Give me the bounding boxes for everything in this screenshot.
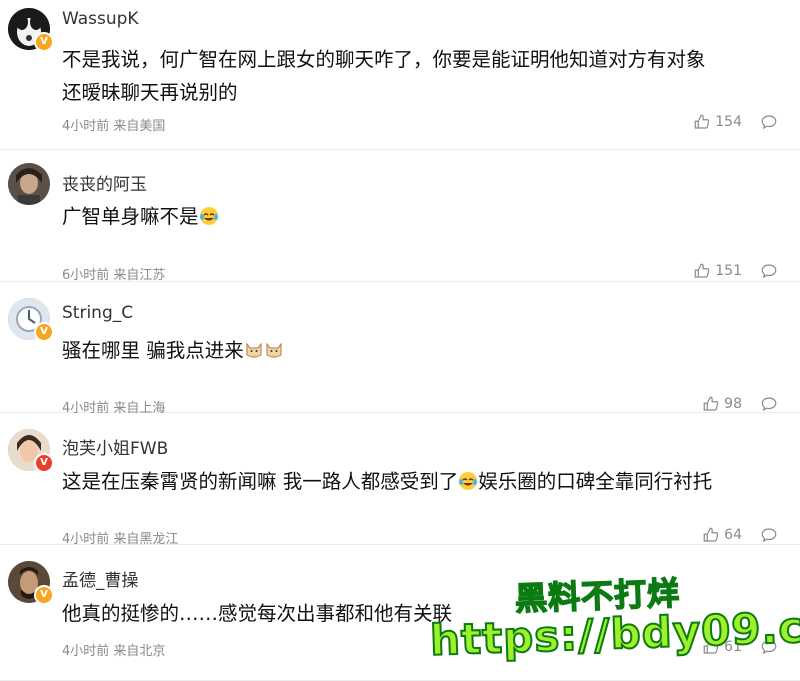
avatar[interactable]: V [8,298,54,342]
username[interactable]: String_C [62,303,133,323]
comment-bubble-icon[interactable] [760,113,778,131]
comment-text: 这是在压秦霄贤的新闻嘛 我一路人都感受到了 娱乐圈的口碑全靠同行衬托 [62,465,786,498]
comment-item: V String_C 骚在哪里 骗我点进来 4小时前 来自上海 98 [0,282,800,416]
like-count: 151 [715,263,742,279]
avatar[interactable]: V [8,429,54,473]
comment-text-line: 广智单身嘛不是 [62,205,199,228]
location: 来自江苏 [113,268,166,283]
laughing-crying-emoji-icon [459,472,478,490]
laughing-crying-emoji-icon [199,207,218,225]
like-count: 64 [724,527,742,543]
comment-meta: 4小时前 来自北京 [62,640,165,659]
comment-text-line: 娱乐圈的口碑全靠同行衬托 [478,470,713,493]
comment-text-line: 还暧昧聊天再说别的 [62,81,238,104]
comment-bubble-icon[interactable] [760,262,778,280]
location: 来自北京 [113,644,166,659]
comment-meta: 6小时前 来自江苏 [62,264,165,283]
location: 来自美国 [113,119,166,134]
username[interactable]: 泡芙小姐FWB [62,434,168,459]
comment-item: 丧丧的阿玉 广智单身嘛不是 6小时前 来自江苏 151 [0,150,800,283]
timestamp: 4小时前 [62,119,110,134]
comment-text-line: 不是我说，何广智在网上跟女的聊天咋了，你要是能证明他知道对方有对象 [62,48,706,71]
comment-text: 骚在哪里 骗我点进来 [62,334,786,367]
comment-meta: 4小时前 来自美国 [62,115,165,134]
comment-text-line: 骚在哪里 骗我点进来 [62,339,244,362]
username[interactable]: WassupK [62,9,139,29]
avatar[interactable]: V [8,561,54,605]
thumbs-up-icon [694,114,710,129]
thumbs-up-icon [694,263,710,278]
comment-text: 不是我说，何广智在网上跟女的聊天咋了，你要是能证明他知道对方有对象 还暧昧聊天再… [62,43,786,109]
cat-face-emoji-icon [266,342,282,358]
cat-face-emoji-icon [246,342,262,358]
like-count: 98 [724,396,742,412]
comment-text: 广智单身嘛不是 [62,200,786,233]
verified-badge-icon: V [34,32,54,52]
thumbs-up-icon [703,396,719,411]
username[interactable]: 孟德_曹操 [62,566,139,591]
verified-badge-icon: V [34,585,54,605]
comment-item: V WassupK 不是我说，何广智在网上跟女的聊天咋了，你要是能证明他知道对方… [0,0,800,150]
comment-text-line: 他真的挺惨的……感觉每次出事都和他有关联 [62,602,453,625]
avatar[interactable]: V [8,8,54,52]
like-button[interactable]: 98 [702,395,742,413]
verified-badge-icon: V [34,453,54,473]
comment-item: V 泡芙小姐FWB 这是在压秦霄贤的新闻嘛 我一路人都感受到了 娱乐圈的口碑全靠同… [0,413,800,547]
verified-badge-icon: V [34,322,54,342]
comment-bubble-icon[interactable] [760,526,778,544]
thumbs-up-icon [703,527,719,542]
like-count: 154 [715,114,742,130]
like-button[interactable]: 154 [693,113,742,131]
like-button[interactable]: 151 [693,262,742,280]
timestamp: 6小时前 [62,268,110,283]
comment-bubble-icon[interactable] [760,395,778,413]
timestamp: 4小时前 [62,644,110,659]
comment-text-line: 这是在压秦霄贤的新闻嘛 我一路人都感受到了 [62,470,459,493]
avatar[interactable] [8,163,50,205]
like-button[interactable]: 64 [702,526,742,544]
username[interactable]: 丧丧的阿玉 [62,170,147,195]
